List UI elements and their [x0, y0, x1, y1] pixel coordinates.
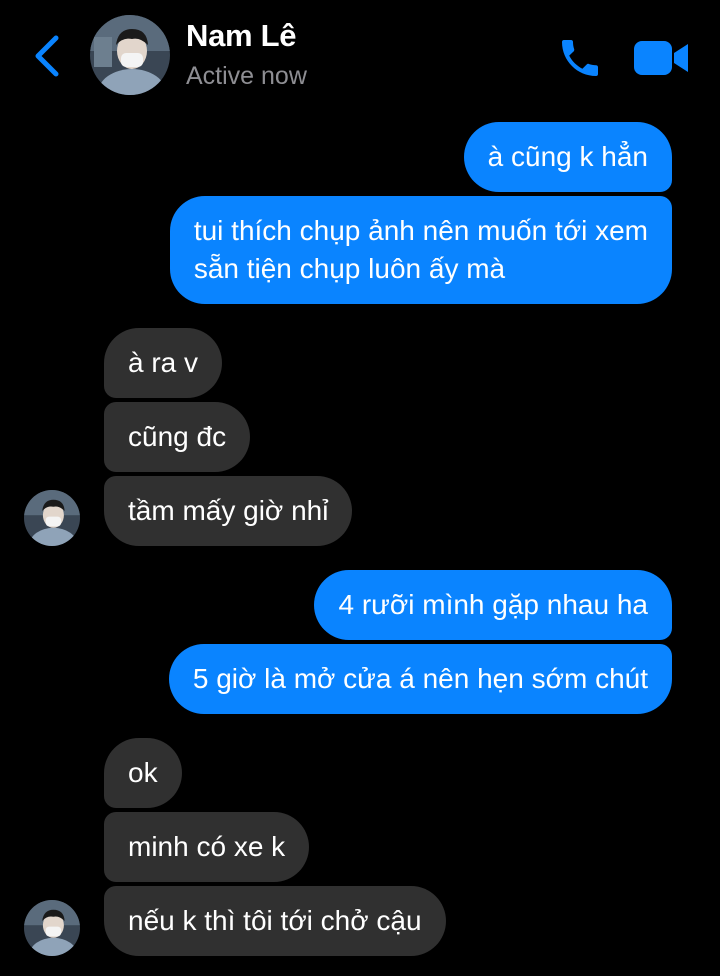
- avatar[interactable]: [24, 490, 80, 546]
- message-text: 5 giờ là mở cửa á nên hẹn sớm chút: [192, 663, 648, 694]
- chevron-left-icon: [35, 35, 59, 77]
- message-bubble-outgoing[interactable]: 4 rưỡi mình gặp nhau ha: [314, 570, 672, 640]
- message-bubble-incoming[interactable]: ok: [104, 738, 182, 808]
- avatar[interactable]: [90, 15, 170, 95]
- chat-header: Nam Lê Active now: [0, 0, 720, 110]
- message-text-line: sẵn tiện chụp luôn ấy mà: [193, 253, 506, 284]
- message-text: nếu k thì tôi tới chở cậu: [128, 905, 422, 936]
- message-bubble-outgoing[interactable]: tui thích chụp ảnh nên muốn tới xem sẵn …: [169, 196, 672, 304]
- message-text: cũng đc: [128, 421, 227, 452]
- message-text: 4 rưỡi mình gặp nhau ha: [338, 589, 648, 620]
- audio-call-button[interactable]: [556, 34, 604, 82]
- message-bubble-incoming[interactable]: cũng đc: [104, 402, 251, 472]
- phone-icon: [562, 40, 598, 76]
- message-text: tầm mấy giờ nhỉ: [128, 495, 329, 526]
- message-bubble-incoming[interactable]: minh có xe k: [104, 812, 310, 882]
- message-text: à ra v: [128, 347, 199, 378]
- message-bubble-incoming[interactable]: tầm mấy giờ nhỉ: [104, 476, 353, 546]
- message-bubble-incoming[interactable]: à ra v: [104, 328, 223, 398]
- message-text: minh có xe k: [128, 831, 286, 862]
- video-call-button[interactable]: [632, 38, 690, 78]
- message-text: à cũng k hẳn: [487, 141, 648, 172]
- message-text: ok: [128, 757, 158, 788]
- active-status: Active now: [186, 62, 307, 90]
- message-bubble-outgoing[interactable]: à cũng k hẳn: [463, 122, 672, 192]
- video-camera-icon: [634, 41, 688, 75]
- message-bubble-incoming[interactable]: nếu k thì tôi tới chở cậu: [104, 886, 446, 956]
- avatar[interactable]: [24, 900, 80, 956]
- message-text-line: tui thích chụp ảnh nên muốn tới xem: [193, 215, 648, 246]
- message-bubble-outgoing[interactable]: 5 giờ là mở cửa á nên hẹn sớm chút: [168, 644, 672, 714]
- back-button[interactable]: [28, 32, 68, 80]
- contact-name[interactable]: Nam Lê: [186, 18, 296, 54]
